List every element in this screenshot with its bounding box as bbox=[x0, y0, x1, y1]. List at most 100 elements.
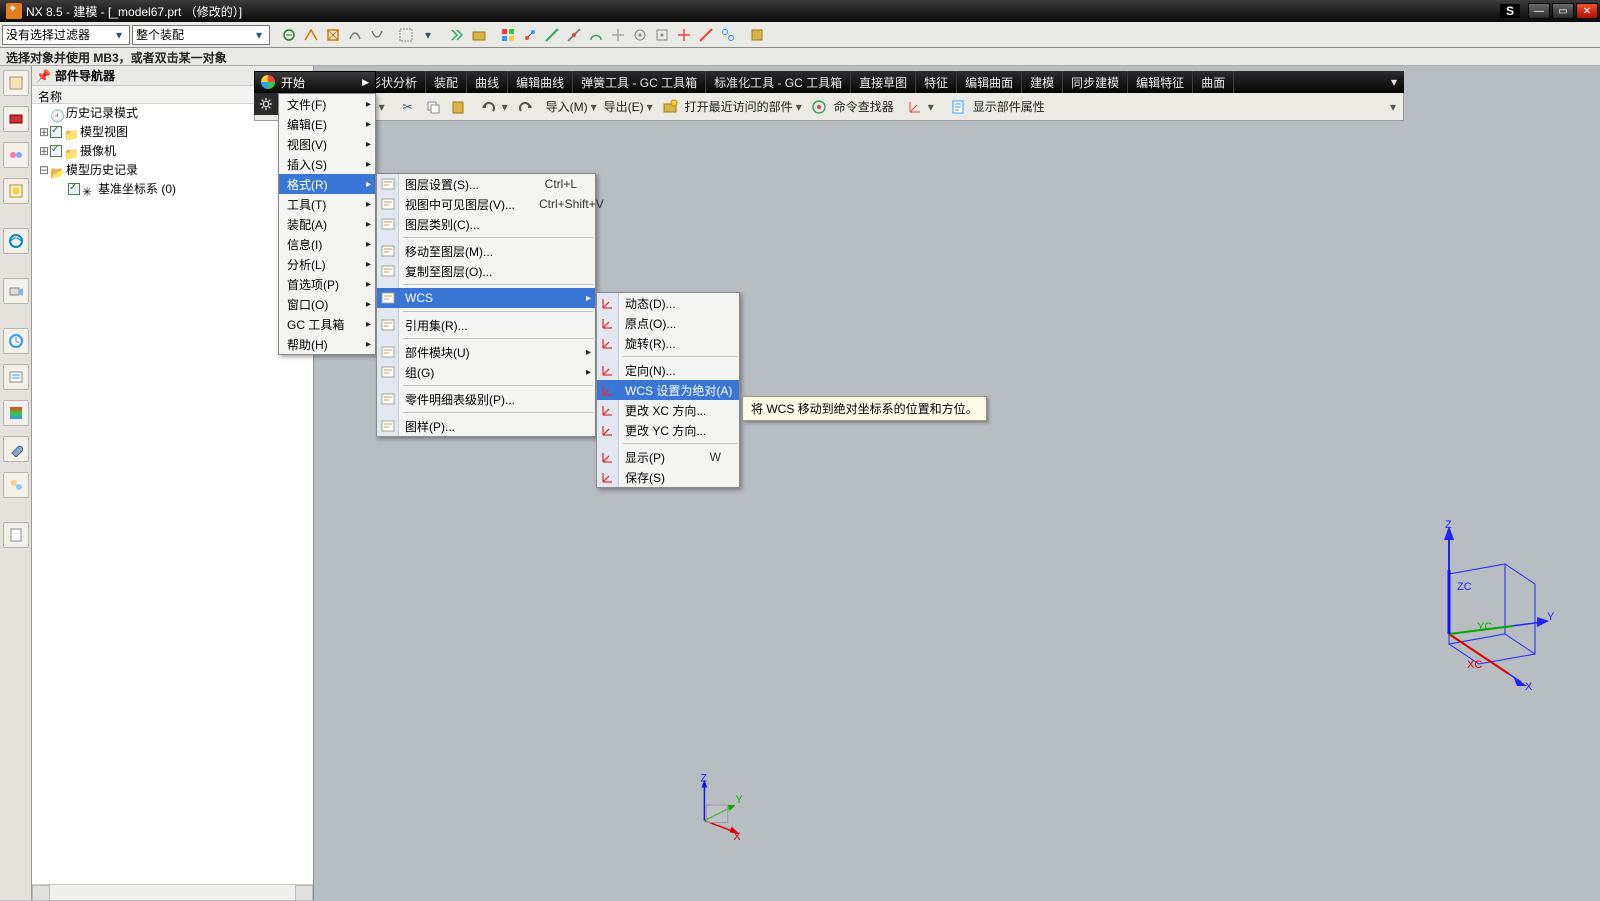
tb-icon[interactable]: ▾ bbox=[418, 25, 438, 45]
menu-item[interactable]: 帮助(H) bbox=[279, 334, 375, 354]
tb-icon[interactable] bbox=[608, 25, 628, 45]
filter-type-combo[interactable]: 没有选择过滤器▾ bbox=[2, 25, 130, 45]
menu-item[interactable]: 动态(D)... bbox=[597, 293, 739, 313]
dock-color-icon[interactable] bbox=[3, 400, 29, 426]
recent-label[interactable]: 打开最近访问的部件 bbox=[683, 98, 795, 115]
menu-item[interactable]: 更改 XC 方向... bbox=[597, 400, 739, 420]
menu-item[interactable]: 视图(V) bbox=[279, 134, 375, 154]
col-name[interactable]: 名称 bbox=[32, 86, 255, 103]
dock-camera-icon[interactable] bbox=[3, 278, 29, 304]
dock-wrench-icon[interactable] bbox=[3, 436, 29, 462]
tb-icon[interactable] bbox=[279, 25, 299, 45]
menu-item[interactable]: 插入(S) bbox=[279, 154, 375, 174]
tb-icon[interactable] bbox=[323, 25, 343, 45]
dock-reuse-icon[interactable] bbox=[3, 178, 29, 204]
paste-icon[interactable] bbox=[446, 95, 470, 119]
ribbon-tab[interactable]: 同步建模 bbox=[1063, 71, 1128, 93]
customize-gear-icon[interactable] bbox=[254, 93, 278, 115]
import-label[interactable]: 导入(M) bbox=[544, 98, 590, 115]
tb-icon[interactable] bbox=[564, 25, 584, 45]
dock-constraint-nav-icon[interactable] bbox=[3, 142, 29, 168]
h-scrollbar[interactable] bbox=[32, 884, 313, 900]
tb-icon[interactable] bbox=[345, 25, 365, 45]
maximize-button[interactable]: ▭ bbox=[1552, 3, 1574, 19]
tb-icon[interactable] bbox=[652, 25, 672, 45]
menu-item[interactable]: 编辑(E) bbox=[279, 114, 375, 134]
recent-icon[interactable] bbox=[658, 95, 682, 119]
dock-part-nav-icon[interactable] bbox=[3, 106, 29, 132]
menu-item[interactable]: 首选项(P) bbox=[279, 274, 375, 294]
close-button[interactable]: ✕ bbox=[1576, 3, 1598, 19]
ribbon-tab[interactable]: 编辑曲线 bbox=[508, 71, 573, 93]
tree-row[interactable]: ⊞📁模型视图 bbox=[32, 123, 313, 142]
menu-item[interactable]: 原点(O)... bbox=[597, 313, 739, 333]
ribbon-tab[interactable]: 曲线 bbox=[467, 71, 508, 93]
tb-icon[interactable] bbox=[469, 25, 489, 45]
csys-icon[interactable] bbox=[903, 95, 927, 119]
ribbon-tab[interactable]: 标准化工具 - GC 工具箱 bbox=[706, 71, 851, 93]
tb-icon[interactable] bbox=[520, 25, 540, 45]
menu-item[interactable]: 格式(R) bbox=[279, 174, 375, 194]
toolbar-overflow-icon[interactable]: ▾ bbox=[1390, 100, 1400, 114]
dock-history-icon[interactable] bbox=[3, 328, 29, 354]
menu-item[interactable]: 装配(A) bbox=[279, 214, 375, 234]
redo-icon[interactable] bbox=[513, 95, 537, 119]
ribbon-tab[interactable]: 编辑特征 bbox=[1128, 71, 1193, 93]
dock-pmi-icon[interactable] bbox=[3, 364, 29, 390]
dock-assembly-nav-icon[interactable] bbox=[3, 70, 29, 96]
menu-item[interactable]: GC 工具箱 bbox=[279, 314, 375, 334]
menu-item[interactable]: 信息(I) bbox=[279, 234, 375, 254]
menu-item[interactable]: 视图中可见图层(V)...Ctrl+Shift+V bbox=[377, 194, 595, 214]
export-label[interactable]: 导出(E) bbox=[602, 98, 646, 115]
menu-item[interactable]: 组(G) bbox=[377, 362, 595, 382]
menu-item[interactable]: 图样(P)... bbox=[377, 416, 595, 436]
menu-item[interactable]: 更改 YC 方向... bbox=[597, 420, 739, 440]
menu-item[interactable]: 分析(L) bbox=[279, 254, 375, 274]
tree-row[interactable]: ⊟📂模型历史记录 bbox=[32, 161, 313, 180]
menu-item[interactable]: 部件模块(U) bbox=[377, 342, 595, 362]
ribbon-tab[interactable]: 建模 bbox=[1022, 71, 1063, 93]
ribbon-tab[interactable]: 直接草图 bbox=[851, 71, 916, 93]
undo-icon[interactable] bbox=[477, 95, 501, 119]
menu-item[interactable]: 旋转(R)... bbox=[597, 333, 739, 353]
menu-item[interactable]: 定向(N)... bbox=[597, 360, 739, 380]
tb-icon[interactable] bbox=[542, 25, 562, 45]
tb-icon[interactable] bbox=[747, 25, 767, 45]
tb-icon[interactable] bbox=[630, 25, 650, 45]
tb-icon[interactable] bbox=[367, 25, 387, 45]
menu-item[interactable]: 图层类别(C)... bbox=[377, 214, 595, 234]
cut-icon[interactable]: ✂ bbox=[396, 95, 420, 119]
ribbon-tab[interactable]: 曲面 bbox=[1193, 71, 1234, 93]
cmdfinder-icon[interactable] bbox=[807, 95, 831, 119]
ribbon-tab[interactable]: 编辑曲面 bbox=[957, 71, 1022, 93]
menu-item[interactable]: 文件(F) bbox=[279, 94, 375, 114]
tb-icon[interactable] bbox=[498, 25, 518, 45]
dock-ie-icon[interactable] bbox=[3, 228, 29, 254]
menu-item[interactable]: 复制至图层(O)... bbox=[377, 261, 595, 281]
cmdfinder-label[interactable]: 命令查找器 bbox=[832, 98, 896, 115]
menu-item[interactable]: 零件明细表级别(P)... bbox=[377, 389, 595, 409]
ribbon-tab[interactable]: 装配 bbox=[426, 71, 467, 93]
navigator-tree[interactable]: 🕘历史记录模式⊞📁模型视图⊞📁摄像机⊟📂模型历史记录 ✳基准坐标系 (0)61 bbox=[32, 104, 313, 884]
tb-icon[interactable] bbox=[447, 25, 467, 45]
tree-row[interactable]: ⊞📁摄像机 bbox=[32, 142, 313, 161]
ribbon-tab[interactable]: 弹簧工具 - GC 工具箱 bbox=[573, 71, 706, 93]
copy-icon[interactable] bbox=[421, 95, 445, 119]
menu-item[interactable]: 图层设置(S)...Ctrl+L bbox=[377, 174, 595, 194]
tb-icon[interactable] bbox=[674, 25, 694, 45]
filter-scope-combo[interactable]: 整个装配▾ bbox=[132, 25, 270, 45]
menu-item[interactable]: 显示(P)W bbox=[597, 447, 739, 467]
tb-icon[interactable] bbox=[301, 25, 321, 45]
dock-sheet-icon[interactable] bbox=[3, 522, 29, 548]
menu-item[interactable]: 移动至图层(M)... bbox=[377, 241, 595, 261]
menu-item[interactable]: WCS 设置为绝对(A) bbox=[597, 380, 739, 400]
tb-icon[interactable] bbox=[696, 25, 716, 45]
menu-item[interactable]: 引用集(R)... bbox=[377, 315, 595, 335]
menu-item[interactable]: 工具(T) bbox=[279, 194, 375, 214]
ribbon-tab[interactable]: 特征 bbox=[916, 71, 957, 93]
start-menu-button[interactable]: 开始 ▶ bbox=[254, 71, 376, 93]
tb-icon[interactable] bbox=[586, 25, 606, 45]
minimize-button[interactable]: — bbox=[1528, 3, 1550, 19]
props-icon[interactable] bbox=[946, 95, 970, 119]
tb-icon[interactable] bbox=[396, 25, 416, 45]
